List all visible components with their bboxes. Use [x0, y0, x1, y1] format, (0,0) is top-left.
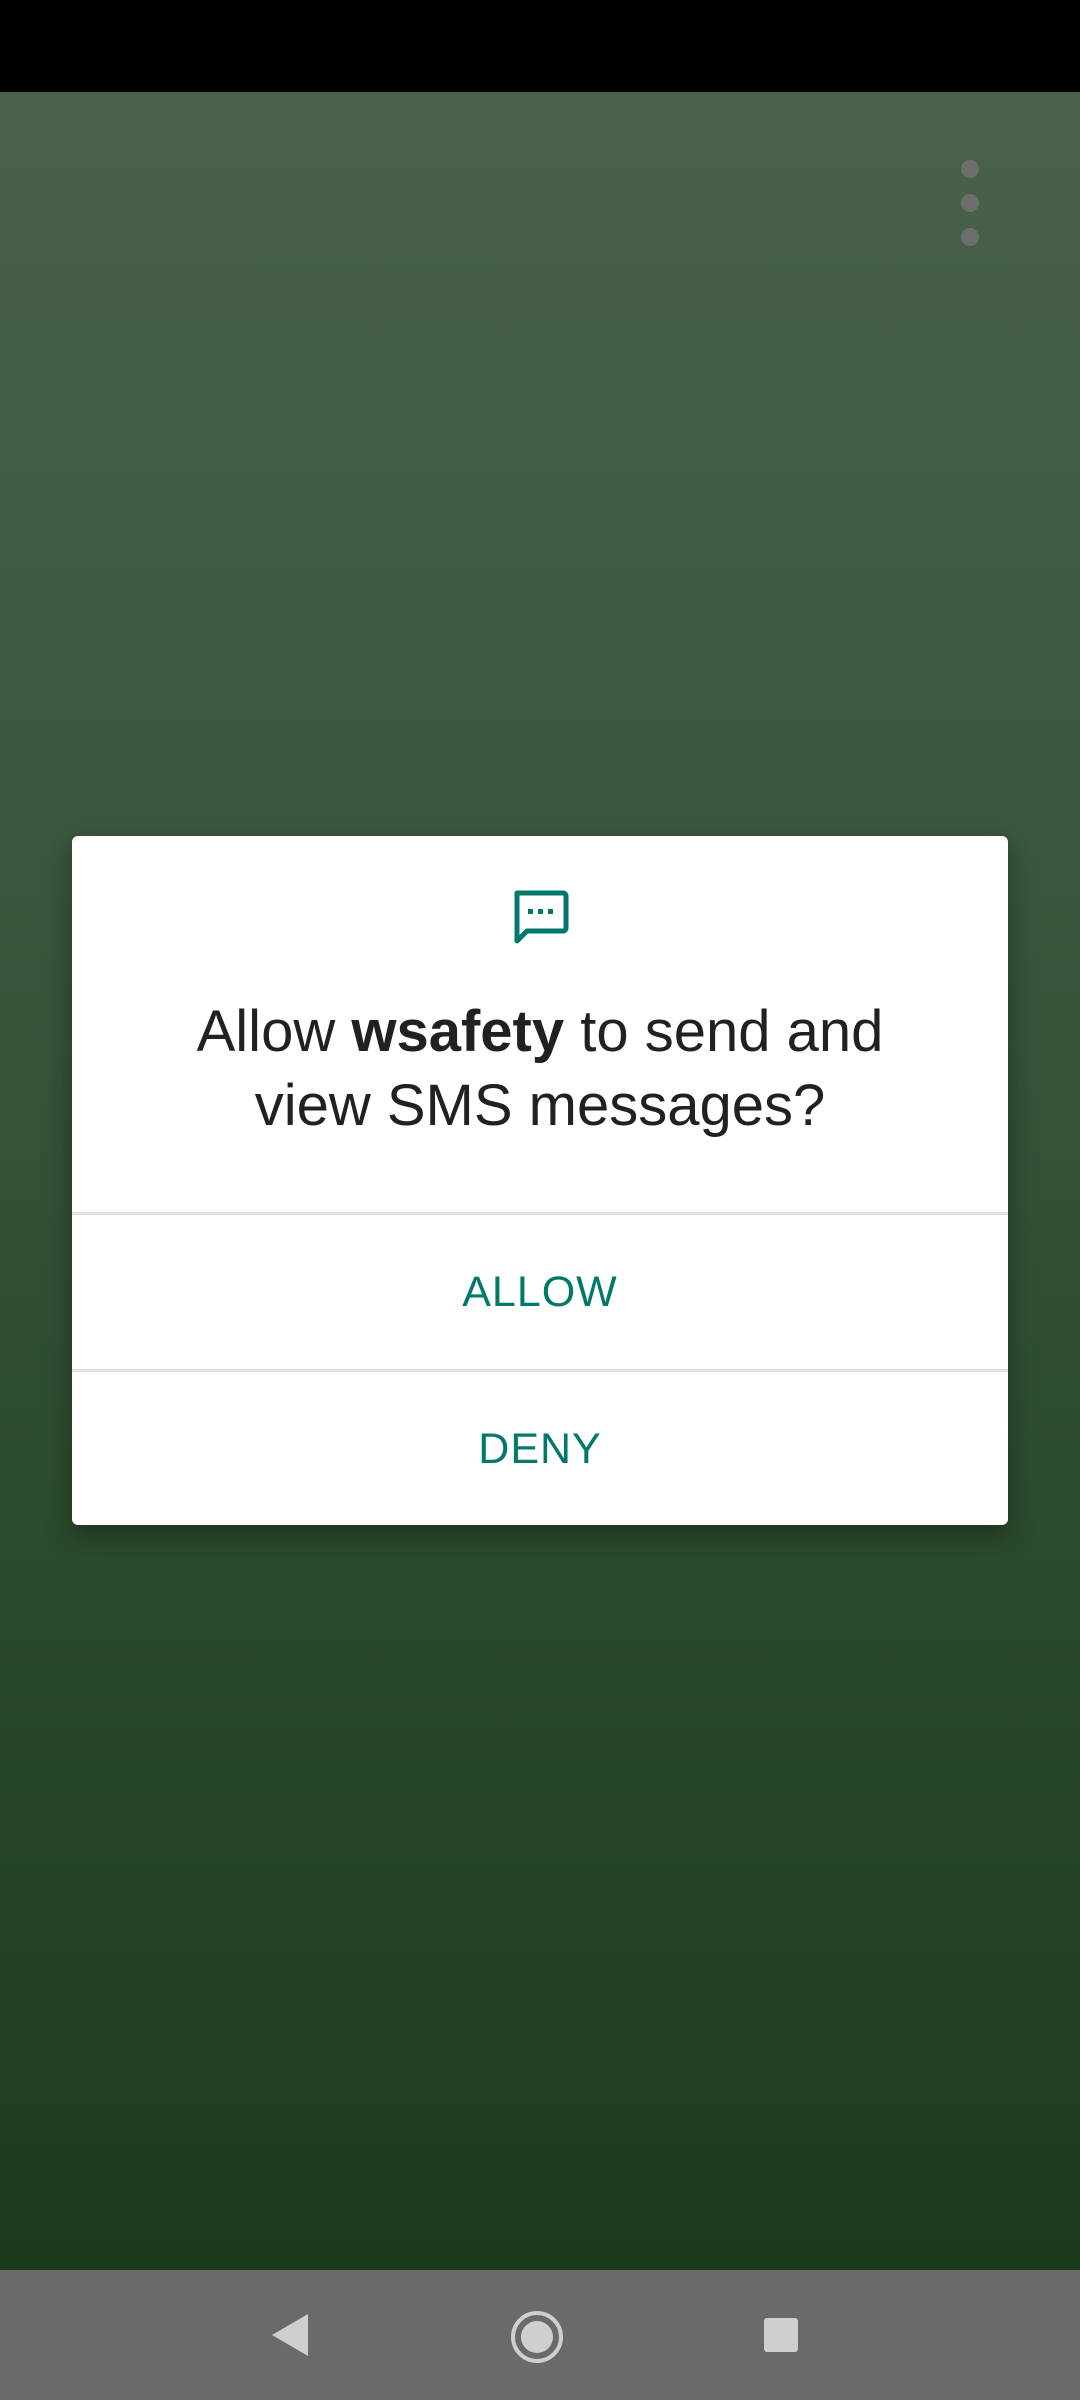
more-vert-icon[interactable] [946, 160, 994, 246]
permission-dialog: Allow wsafety to send and view SMS messa… [72, 836, 1008, 1525]
menu-dot [961, 160, 979, 178]
permission-title: Allow wsafety to send and view SMS messa… [132, 995, 948, 1143]
home-circle-icon[interactable] [510, 2310, 564, 2364]
allow-button[interactable]: ALLOW [72, 1215, 1008, 1369]
permission-app-name: wsafety [351, 999, 565, 1064]
navigation-bar [0, 2270, 1080, 2400]
back-triangle-icon[interactable] [270, 2312, 310, 2358]
menu-dot [961, 194, 979, 212]
permission-title-prefix: Allow [196, 999, 352, 1064]
status-bar [0, 0, 1080, 92]
deny-button[interactable]: DENY [72, 1372, 1008, 1525]
permission-dialog-header: Allow wsafety to send and view SMS messa… [72, 836, 1008, 1212]
recents-square-icon[interactable] [764, 2318, 798, 2352]
screen: Allow wsafety to send and view SMS messa… [0, 0, 1080, 2400]
sms-message-icon [510, 888, 570, 948]
menu-dot [961, 228, 979, 246]
